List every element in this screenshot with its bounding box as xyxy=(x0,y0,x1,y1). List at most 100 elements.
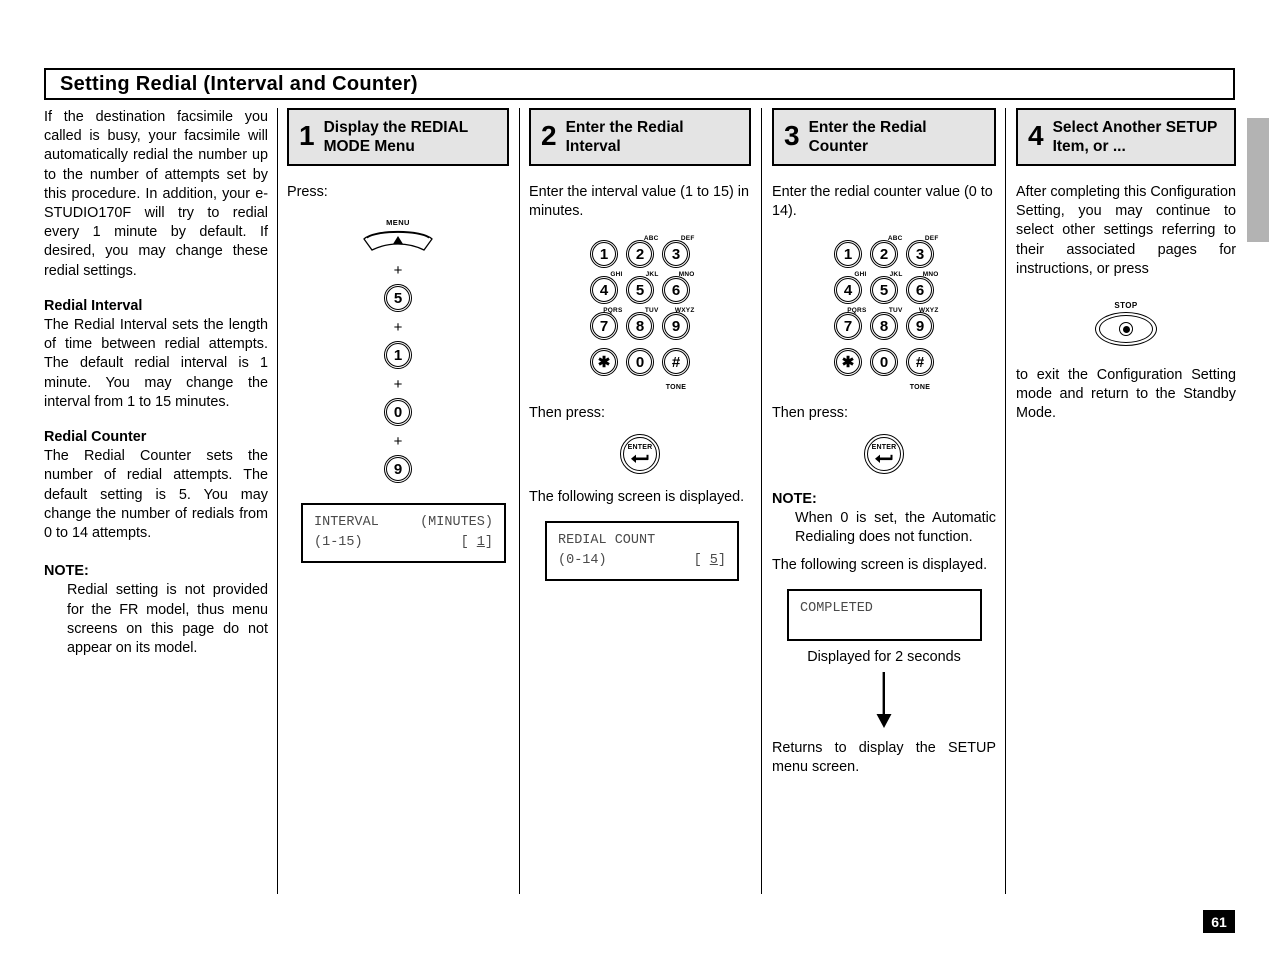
lcd-2-value: 5 xyxy=(709,552,718,568)
keypad-key-0[interactable]: 0 xyxy=(867,345,902,380)
keypad-key-5[interactable]: 5 JKL xyxy=(867,271,902,308)
key-glyph: 3 xyxy=(915,246,925,264)
sequence-key-5[interactable]: 5 xyxy=(287,281,509,316)
keypad-key-2[interactable]: 2 ABC xyxy=(623,235,658,272)
lcd-2-line1-left: REDIAL COUNT xyxy=(558,532,656,548)
keypad-key-hash[interactable]: # TONE xyxy=(903,345,938,391)
keypad-key-9[interactable]: 9 WXYZ xyxy=(903,307,938,344)
page-title: Setting Redial (Interval and Counter) xyxy=(60,72,418,95)
key-glyph: ✱ xyxy=(597,354,611,372)
keypad-key-0[interactable]: 0 xyxy=(623,345,658,380)
key-glyph: 1 xyxy=(599,246,609,264)
step-2-then-press-label: Then press: xyxy=(529,405,605,422)
key-glyph: 8 xyxy=(879,318,889,336)
key-letters: TUV xyxy=(644,307,659,315)
numeric-keypad-step-2[interactable]: 1 2 ABC 3 DEF 4 GHI 5 JKL 6 MNO 7 PQRS 8 TUV 9 WXYZ ✱ 0 # TO… xyxy=(529,235,751,391)
plus-separator-2: + xyxy=(393,319,403,337)
stop-button[interactable]: STOP xyxy=(1016,301,1236,347)
sequence-key-1-label: 1 xyxy=(393,347,403,365)
plus-separator-1: + xyxy=(393,262,403,280)
keypad-key-7[interactable]: 7 PQRS xyxy=(831,307,866,344)
lcd-2-line2-right: [ 5] xyxy=(694,551,726,571)
key-glyph: 4 xyxy=(599,282,609,300)
key-glyph: 7 xyxy=(599,318,609,336)
step-1-title: Display the REDIAL MODE Menu xyxy=(323,119,468,155)
keypad-key-9[interactable]: 9 WXYZ xyxy=(659,307,695,344)
keypad-key-6[interactable]: 6 MNO xyxy=(659,271,694,308)
step-3-column: 3 Enter the Redial Counter Enter the red… xyxy=(772,108,996,777)
up-triangle-icon xyxy=(393,236,403,245)
enter-button-step-3[interactable]: ENTER xyxy=(864,433,904,474)
enter-button-label: ENTER xyxy=(871,443,897,451)
key-glyph: 6 xyxy=(915,282,925,300)
keypad-key-hash[interactable]: # TONE xyxy=(659,345,694,391)
step-4-number: 4 xyxy=(1028,120,1044,151)
key-letters: WXYZ xyxy=(674,307,695,315)
key-glyph: ✱ xyxy=(841,354,855,372)
keypad-key-star[interactable]: ✱ xyxy=(587,345,622,380)
key-glyph: 0 xyxy=(879,354,889,372)
menu-button[interactable]: MENU xyxy=(287,218,509,259)
step-2-title: Enter the Redial Interval xyxy=(565,119,684,155)
column-divider-1 xyxy=(277,108,278,894)
redial-counter-body: The Redial Counter sets the number of re… xyxy=(44,448,268,542)
key-letters: JKL xyxy=(645,271,659,279)
key-glyph: 8 xyxy=(635,318,645,336)
step-2-after-text: The following screen is displayed. xyxy=(529,488,745,505)
key-letters: GHI xyxy=(854,271,867,279)
step-3-after-text: The following screen is displayed. xyxy=(772,557,988,574)
lcd-1-line2-left: (1-15) xyxy=(314,535,363,551)
step-3-header: 3 Enter the Redial Counter xyxy=(772,108,996,166)
sequence-key-0-label: 0 xyxy=(393,404,403,422)
step-1-press-label: Press: xyxy=(287,184,328,200)
keypad-key-7[interactable]: 7 PQRS xyxy=(587,307,622,344)
key-glyph: 5 xyxy=(879,282,889,300)
key-glyph: 2 xyxy=(635,246,645,264)
keypad-key-3[interactable]: 3 DEF xyxy=(903,235,938,272)
keypad-key-8[interactable]: 8 TUV xyxy=(867,307,902,344)
keypad-key-3[interactable]: 3 DEF xyxy=(659,235,695,272)
redial-interval-body: The Redial Interval sets the length of t… xyxy=(44,317,268,410)
keypad-key-5[interactable]: 5 JKL xyxy=(623,271,659,308)
step-1-column: 1 Display the REDIAL MODE Menu Press: ME… xyxy=(287,108,509,564)
key-glyph: 5 xyxy=(635,282,645,300)
keypad-key-8[interactable]: 8 TUV xyxy=(623,307,659,344)
step-1-header: 1 Display the REDIAL MODE Menu xyxy=(287,108,509,166)
numeric-keypad-step-3[interactable]: 1 2 ABC 3 DEF 4 GHI 5 JKL 6 MNO 7 PQRS 8 TUV 9 WXYZ ✱ 0 # TO… xyxy=(772,235,996,391)
enter-button-label: ENTER xyxy=(627,443,653,451)
key-glyph: 9 xyxy=(671,318,681,336)
intro-note-body: Redial setting is not provided for the F… xyxy=(67,582,268,657)
sequence-key-0[interactable]: 0 xyxy=(287,395,509,430)
key-glyph: # xyxy=(671,354,681,372)
key-glyph: 1 xyxy=(843,246,853,264)
step-3-then-press-label: Then press: xyxy=(772,405,848,422)
keypad-key-1[interactable]: 1 xyxy=(587,237,622,272)
step-4-paragraph-1: After completing this Configuration Sett… xyxy=(1016,184,1236,277)
key-glyph: 9 xyxy=(915,318,925,336)
key-sublabel: TONE xyxy=(665,384,687,392)
keypad-key-2[interactable]: 2 ABC xyxy=(867,235,902,272)
key-letters: DEF xyxy=(680,235,695,243)
key-glyph: 7 xyxy=(843,318,853,336)
keypad-key-1[interactable]: 1 xyxy=(831,237,866,272)
lcd-2-bracket-close: ] xyxy=(717,552,726,568)
step-3-title: Enter the Redial Counter xyxy=(808,119,927,155)
intro-column: If the destination facsimile you called … xyxy=(44,108,268,658)
enter-button-step-2[interactable]: ENTER xyxy=(620,433,660,474)
sequence-key-5-label: 5 xyxy=(393,290,403,308)
keypad-key-4[interactable]: 4 GHI xyxy=(831,271,867,308)
lcd-1-line1-left: INTERVAL xyxy=(314,515,379,531)
keypad-key-star[interactable]: ✱ xyxy=(831,345,866,380)
lcd-1-line2-right: [ 1] xyxy=(461,533,493,553)
step-2-instruction: Enter the interval value (1 to 15) in mi… xyxy=(529,184,749,220)
step-3-note-body: When 0 is set, the Automatic Redialing d… xyxy=(795,509,996,546)
key-glyph: # xyxy=(915,354,925,372)
intro-paragraph: If the destination facsimile you called … xyxy=(44,109,268,279)
sequence-key-1[interactable]: 1 xyxy=(287,338,509,373)
sequence-key-9[interactable]: 9 xyxy=(287,452,509,487)
keypad-key-6[interactable]: 6 MNO xyxy=(903,271,938,308)
step-2-number: 2 xyxy=(541,120,557,151)
keypad-key-4[interactable]: 4 GHI xyxy=(587,271,622,308)
step-1-lcd-display: INTERVAL (MINUTES) (1-15) [ 1] xyxy=(301,503,506,564)
lcd-1-bracket-close: ] xyxy=(484,535,493,551)
